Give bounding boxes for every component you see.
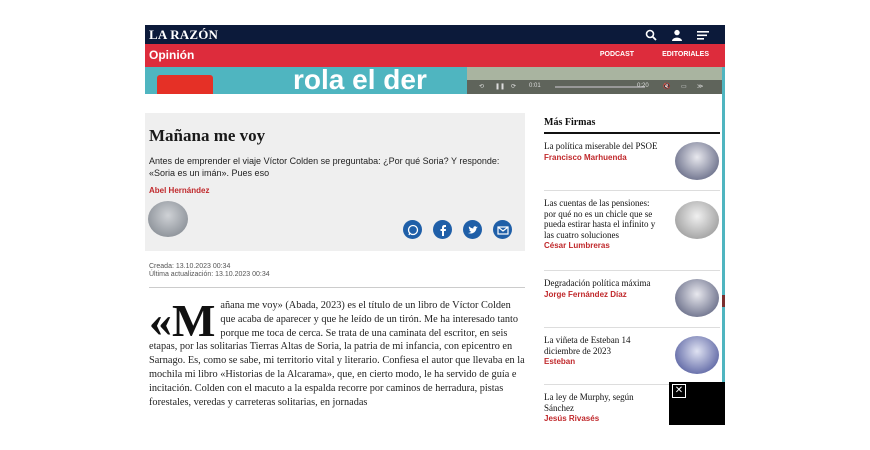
site-logo[interactable]: LA RAZÓN <box>149 27 218 43</box>
sidebar-author[interactable]: César Lumbreras <box>544 241 662 252</box>
forward-icon[interactable]: ⟳ <box>511 83 516 90</box>
lego-logo <box>157 75 213 94</box>
top-icons <box>645 28 709 41</box>
divider <box>149 287 525 288</box>
sidebar-item[interactable]: Las cuentas de las pensiones: por qué no… <box>544 191 720 271</box>
section-nav: PODCAST EDITORIALES <box>600 51 709 58</box>
ad-text: rola el der <box>293 67 427 94</box>
sidebar-item[interactable]: La viñeta de Esteban 14 diciembre de 202… <box>544 328 720 385</box>
ad-image[interactable]: rola el der <box>145 67 467 94</box>
twitter-icon[interactable] <box>463 220 482 239</box>
sidebar-headline[interactable]: Las cuentas de las pensiones: por qué no… <box>544 198 655 240</box>
sidebar-item-text[interactable]: La política miserable del PSOE Francisco… <box>544 141 662 163</box>
sidebar-item[interactable]: La política miserable del PSOE Francisco… <box>544 134 720 191</box>
article-subtitle: Antes de emprender el viaje Víctor Colde… <box>149 156 500 178</box>
skip-icon[interactable]: ≫ <box>697 83 703 90</box>
duration: 0:20 <box>637 83 649 89</box>
ad-banner[interactable]: rola el der ⟲ ❚❚ ⟳ 0:01 0:20 🔇 ▭ ≫ <box>145 67 725 94</box>
updated-date: Última actualización: 13.10.2023 00:34 <box>149 271 270 278</box>
pause-icon[interactable]: ❚❚ <box>495 83 505 90</box>
facebook-icon[interactable] <box>433 220 452 239</box>
floating-video[interactable]: ✕ <box>669 382 725 425</box>
created-date: Creada: 13.10.2023 00:34 <box>149 263 231 270</box>
more-columns-sidebar: Más Firmas La política miserable del PSO… <box>544 117 720 425</box>
browser-viewport: LA RAZÓN Opinión PODCAST EDITORIALES rol… <box>145 25 725 425</box>
sidebar-author[interactable]: Francisco Marhuenda <box>544 153 662 164</box>
ad-side-mark <box>722 295 725 307</box>
drop-cap: «M <box>149 295 216 346</box>
article-header: Mañana me voy Antes de emprender el viaj… <box>145 113 525 251</box>
sidebar-headline[interactable]: Degradación política máxima <box>544 278 650 288</box>
sidebar-headline[interactable]: La ley de Murphy, según Sánchez <box>544 392 634 413</box>
sidebar-item[interactable]: Degradación política máxima Jorge Fernán… <box>544 271 720 328</box>
section-bar: Opinión PODCAST EDITORIALES <box>145 44 725 67</box>
sidebar-item-text[interactable]: Degradación política máxima Jorge Fernán… <box>544 278 662 300</box>
ad-side-strip <box>722 67 725 425</box>
replay-icon[interactable]: ⟲ <box>479 83 484 90</box>
sidebar-photo[interactable] <box>675 336 719 374</box>
menu-icon[interactable] <box>697 28 709 40</box>
sidebar-title: Más Firmas <box>544 117 720 134</box>
sidebar-author[interactable]: Jesús Rivasés <box>544 414 662 425</box>
nav-editoriales[interactable]: EDITORIALES <box>662 51 709 58</box>
progress-track[interactable] <box>555 86 645 88</box>
article-dates: Creada: 13.10.2023 00:34 Última actualiz… <box>149 263 270 279</box>
sidebar-item-text[interactable]: La ley de Murphy, según Sánchez Jesús Ri… <box>544 392 662 425</box>
share-buttons <box>403 220 512 239</box>
sidebar-author[interactable]: Jorge Fernández Díaz <box>544 290 662 301</box>
sidebar-headline[interactable]: La política miserable del PSOE <box>544 141 657 151</box>
user-icon[interactable] <box>671 28 683 41</box>
pip-icon[interactable]: ▭ <box>681 83 687 90</box>
article-author[interactable]: Abel Hernández <box>149 186 209 195</box>
media-player: ⟲ ❚❚ ⟳ 0:01 0:20 🔇 ▭ ≫ <box>467 80 725 94</box>
mute-icon[interactable]: 🔇 <box>663 83 670 90</box>
email-icon[interactable] <box>493 220 512 239</box>
nav-podcast[interactable]: PODCAST <box>600 51 634 58</box>
close-icon[interactable]: ✕ <box>672 384 686 398</box>
section-title[interactable]: Opinión <box>149 48 194 62</box>
current-time: 0:01 <box>529 83 541 89</box>
sidebar-headline[interactable]: La viñeta de Esteban 14 diciembre de 202… <box>544 335 630 356</box>
sidebar-author[interactable]: Esteban <box>544 357 662 368</box>
search-icon[interactable] <box>645 28 657 41</box>
whatsapp-icon[interactable] <box>403 220 422 239</box>
sidebar-photo[interactable] <box>675 142 719 180</box>
article-title: Mañana me voy <box>149 126 266 145</box>
article-body: «M añana me voy» (Abada, 2023) es el tít… <box>149 295 525 409</box>
top-bar: LA RAZÓN <box>145 25 725 44</box>
author-avatar[interactable] <box>148 201 188 237</box>
sidebar-item-text[interactable]: La viñeta de Esteban 14 diciembre de 202… <box>544 335 662 368</box>
sidebar-photo[interactable] <box>675 201 719 239</box>
sidebar-item-text[interactable]: Las cuentas de las pensiones: por qué no… <box>544 198 662 252</box>
sidebar-photo[interactable] <box>675 279 719 317</box>
